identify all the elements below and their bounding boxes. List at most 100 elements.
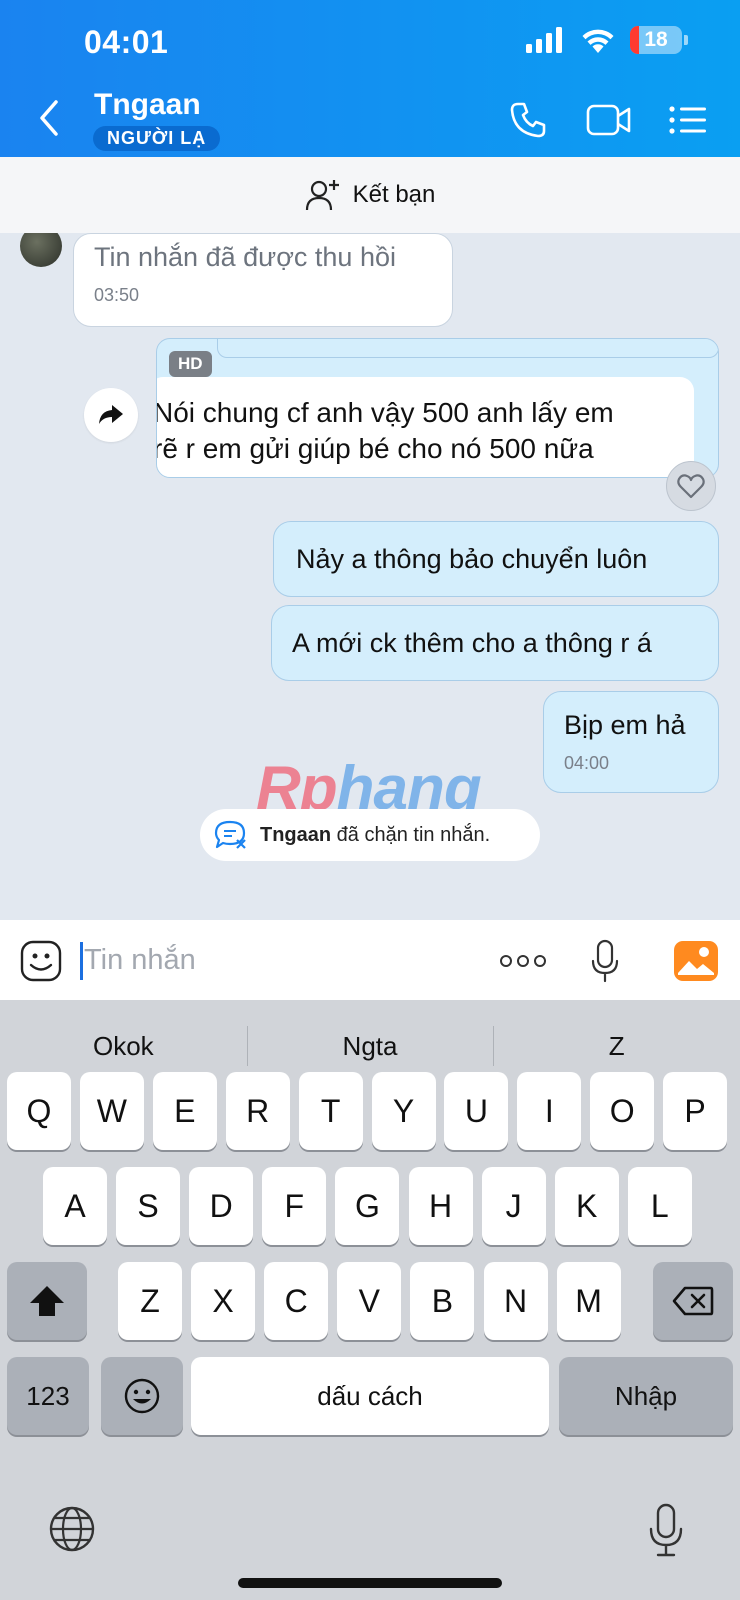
stranger-badge: NGƯỜI LẠ: [93, 126, 221, 151]
suggestion-bar: Okok Ngta Z: [0, 1016, 740, 1076]
forwarded-line-1: Nói chung cf anh vậy 500 anh lấy em: [156, 397, 614, 428]
wifi-icon: [582, 29, 614, 53]
forwarded-line-2: rẽ r em gửi giúp bé cho nó 500 nữa: [156, 433, 594, 464]
image-gallery-icon: [674, 941, 718, 981]
list-menu-icon: [669, 106, 706, 134]
key-g[interactable]: G: [335, 1167, 400, 1245]
outgoing-message[interactable]: Bịp em hả 04:00: [543, 691, 719, 793]
dictation-key[interactable]: [648, 1503, 684, 1557]
cellular-signal-icon: [526, 27, 562, 53]
suggestion-item[interactable]: Z: [493, 1016, 740, 1076]
key-z[interactable]: Z: [118, 1262, 182, 1340]
backspace-key[interactable]: [653, 1262, 733, 1340]
message-text: A mới ck thêm cho a thông r á: [292, 627, 652, 658]
add-friend-label: Kết bạn: [352, 181, 436, 208]
react-button[interactable]: [666, 461, 716, 511]
battery-icon: 18: [630, 26, 682, 54]
key-m[interactable]: M: [556, 1262, 621, 1340]
home-indicator: [238, 1578, 502, 1588]
key-x[interactable]: X: [191, 1262, 256, 1340]
key-r[interactable]: R: [225, 1072, 290, 1150]
key-h[interactable]: H: [408, 1167, 473, 1245]
hd-badge: HD: [169, 351, 212, 377]
contact-name[interactable]: Tngaan: [94, 88, 201, 122]
recalled-text: Tin nhắn đã được thu hồi: [94, 242, 396, 272]
message-list[interactable]: Tin nhắn đã được thu hồi 03:50 HD Nói ch…: [0, 233, 740, 920]
video-call-button[interactable]: [584, 98, 634, 142]
message-text: Nảy a thông bảo chuyển luôn: [296, 543, 648, 574]
emoji-key[interactable]: [101, 1357, 183, 1435]
key-k[interactable]: K: [554, 1167, 619, 1245]
globe-icon: [49, 1506, 95, 1552]
voice-record-button[interactable]: [582, 938, 628, 984]
gallery-button[interactable]: [672, 938, 720, 984]
stacked-card-edge: [217, 339, 718, 358]
key-v[interactable]: V: [337, 1262, 402, 1340]
message-input[interactable]: [80, 936, 480, 984]
return-key[interactable]: Nhập: [559, 1357, 733, 1435]
status-time: 04:01: [84, 24, 169, 60]
emoji-face-icon: [124, 1378, 160, 1414]
emoji-sticker-icon: [20, 940, 62, 982]
add-friend-button[interactable]: Kết bạn: [0, 157, 740, 233]
suggestion-item[interactable]: Okok: [0, 1016, 247, 1076]
key-f[interactable]: F: [262, 1167, 327, 1245]
chat-header: 04:01 18 Tngaan NGƯỜI LẠ: [0, 0, 740, 157]
video-camera-icon: [586, 104, 631, 136]
outgoing-message[interactable]: A mới ck thêm cho a thông r á: [271, 605, 719, 681]
sticker-button[interactable]: [18, 938, 64, 984]
forwarded-preview: Nói chung cf anh vậy 500 anh lấy em rẽ r…: [156, 377, 694, 477]
menu-button[interactable]: [666, 98, 710, 142]
message-time: 04:00: [564, 753, 610, 773]
phone-icon: [510, 102, 546, 138]
key-o[interactable]: O: [590, 1072, 655, 1150]
suggestion-item[interactable]: Ngta: [246, 1016, 494, 1076]
contact-avatar[interactable]: [20, 233, 62, 267]
numbers-key[interactable]: 123: [7, 1357, 89, 1435]
key-b[interactable]: B: [410, 1262, 475, 1340]
battery-cap: [684, 35, 688, 45]
blocked-text: Tngaan đã chặn tin nhắn.: [260, 823, 491, 846]
message-time: 03:50: [94, 285, 140, 305]
recalled-message[interactable]: Tin nhắn đã được thu hồi 03:50: [73, 233, 453, 327]
blocked-notice: Tngaan đã chặn tin nhắn.: [200, 809, 540, 861]
key-y[interactable]: Y: [371, 1072, 436, 1150]
blocked-chat-icon: [214, 820, 246, 849]
more-dots-icon: [500, 955, 546, 967]
microphone-icon: [649, 1503, 683, 1557]
key-s[interactable]: S: [116, 1167, 181, 1245]
status-icons: 18: [526, 26, 688, 54]
composer-bar: [0, 920, 740, 1000]
key-d[interactable]: D: [189, 1167, 254, 1245]
key-w[interactable]: W: [79, 1072, 144, 1150]
key-t[interactable]: T: [298, 1072, 363, 1150]
heart-icon: [677, 474, 705, 499]
globe-key[interactable]: [48, 1505, 96, 1553]
add-user-icon: [305, 180, 339, 211]
key-i[interactable]: I: [517, 1072, 582, 1150]
more-options-button[interactable]: [498, 938, 548, 984]
shift-arrow-icon: [30, 1286, 64, 1316]
chevron-left-icon: [40, 100, 58, 136]
forwarded-image-message[interactable]: HD Nói chung cf anh vậy 500 anh lấy em r…: [156, 338, 719, 478]
forward-button[interactable]: [84, 388, 138, 442]
key-e[interactable]: E: [152, 1072, 217, 1150]
share-arrow-icon: [99, 405, 123, 424]
key-u[interactable]: U: [444, 1072, 509, 1150]
message-text: Bịp em hả: [564, 710, 686, 740]
space-key[interactable]: dấu cách: [191, 1357, 549, 1435]
key-l[interactable]: L: [627, 1167, 692, 1245]
key-p[interactable]: P: [663, 1072, 728, 1150]
key-c[interactable]: C: [264, 1262, 329, 1340]
key-j[interactable]: J: [481, 1167, 546, 1245]
outgoing-message[interactable]: Nảy a thông bảo chuyển luôn: [273, 521, 719, 597]
back-button[interactable]: [34, 98, 64, 138]
voice-call-button[interactable]: [506, 98, 550, 142]
backspace-icon: [672, 1286, 714, 1316]
microphone-icon: [591, 939, 619, 983]
shift-key[interactable]: [7, 1262, 87, 1340]
key-a[interactable]: A: [43, 1167, 107, 1245]
battery-level: 18: [644, 28, 668, 51]
key-n[interactable]: N: [483, 1262, 548, 1340]
key-q[interactable]: Q: [7, 1072, 71, 1150]
